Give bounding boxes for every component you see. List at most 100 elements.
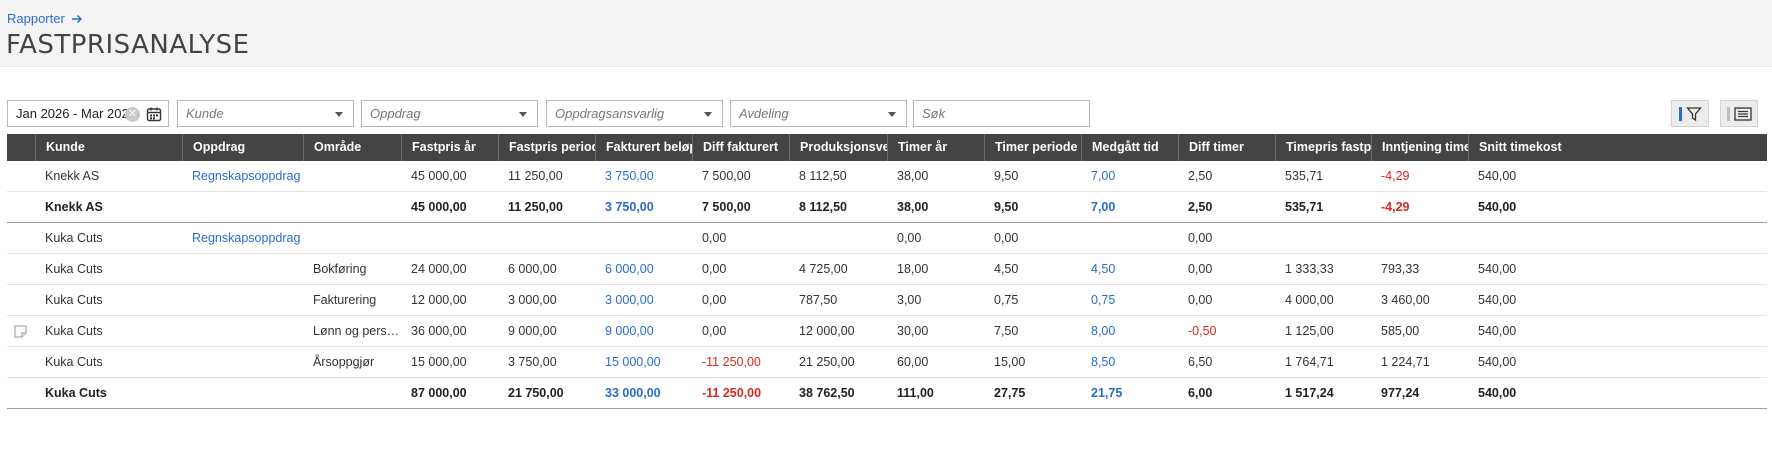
table-cell: 540,00 bbox=[1478, 324, 1517, 338]
table-cell: 11 250,00 bbox=[508, 169, 563, 183]
breadcrumb[interactable]: Rapporter bbox=[7, 11, 83, 26]
table-cell: 1 764,71 bbox=[1285, 355, 1334, 369]
ansvarlig-placeholder: Oppdragsansvarlig bbox=[555, 106, 665, 121]
period-input[interactable]: Jan 2026 - Mar 2026 ✕ bbox=[7, 100, 169, 127]
table-cell: 4 000,00 bbox=[1285, 293, 1334, 307]
column-header[interactable]: Timer periode bbox=[984, 134, 1081, 161]
table-cell: -11 250,00 bbox=[702, 386, 762, 400]
columns-icon bbox=[1733, 106, 1752, 121]
column-header[interactable]: Kunde bbox=[35, 134, 182, 161]
column-header[interactable]: Oppdrag bbox=[182, 134, 303, 161]
column-header[interactable]: Inntjening timer fastpris bbox=[1371, 134, 1468, 161]
table-cell[interactable]: 21,75 bbox=[1081, 378, 1178, 409]
table-row[interactable]: Kuka Cuts Lønn og pers… 36 000,00 9 000,00 9… bbox=[7, 316, 1767, 347]
table-cell: 1 517,24 bbox=[1285, 386, 1334, 400]
table-cell: 8 112,50 bbox=[799, 169, 847, 183]
table-cell[interactable]: 8,50 bbox=[1081, 347, 1178, 378]
column-header[interactable]: Timer år bbox=[887, 134, 984, 161]
table-cell: 36 000,00 bbox=[411, 324, 467, 338]
table-cell bbox=[182, 316, 303, 347]
search-input[interactable]: Søk bbox=[913, 100, 1090, 127]
column-header[interactable]: Medgått tid bbox=[1081, 134, 1178, 161]
table-cell: -11 250,00 bbox=[702, 355, 761, 369]
table-cell[interactable]: 3 750,00 bbox=[595, 161, 692, 192]
table-cell bbox=[303, 223, 401, 254]
avdeling-placeholder: Avdeling bbox=[739, 106, 789, 121]
table-cell[interactable]: 9 000,00 bbox=[595, 316, 692, 347]
column-header[interactable]: Fastpris periode bbox=[498, 134, 595, 161]
table-cell: 1 125,00 bbox=[1285, 324, 1334, 338]
column-header[interactable]: Snitt timekost bbox=[1468, 134, 1767, 161]
table-cell: 4 725,00 bbox=[799, 262, 848, 276]
table-total-row[interactable]: Knekk AS 45 000,00 11 250,00 3 750,00 7 500,… bbox=[7, 192, 1767, 223]
table-cell: 0,00 bbox=[702, 231, 727, 245]
table-total-row[interactable]: Kuka Cuts 87 000,00 21 750,00 33 000,00 -11 … bbox=[7, 378, 1767, 409]
period-value: Jan 2026 - Mar 2026 bbox=[16, 106, 136, 121]
table-cell: 30,00 bbox=[897, 324, 929, 338]
table-cell: 1 224,71 bbox=[1381, 355, 1430, 369]
arrow-right-icon bbox=[71, 14, 82, 23]
table-cell: 60,00 bbox=[897, 355, 929, 369]
table-row[interactable]: Kuka Cuts Fakturering 12 000,00 3 000,00 3 0… bbox=[7, 285, 1767, 316]
table-cell: 0,00 bbox=[702, 324, 727, 338]
table-cell: 793,33 bbox=[1381, 262, 1420, 276]
table-row[interactable]: Kuka Cuts Årsoppgjør 15 000,00 3 750,00 15 0… bbox=[7, 347, 1767, 378]
column-header[interactable]: Fastpris år bbox=[401, 134, 498, 161]
table-cell[interactable]: Regnskapsoppdrag bbox=[182, 223, 303, 254]
table-cell: 977,24 bbox=[1381, 386, 1420, 400]
table-cell: 0,00 bbox=[702, 293, 727, 307]
chevron-down-icon bbox=[704, 112, 712, 117]
column-header[interactable]: Diff timer bbox=[1178, 134, 1275, 161]
table-cell[interactable]: 7,00 bbox=[1081, 192, 1178, 223]
table-cell[interactable]: 33 000,00 bbox=[595, 378, 692, 409]
table-cell: 11 250,00 bbox=[508, 200, 563, 214]
table-cell: 21 750,00 bbox=[508, 386, 564, 400]
table-cell bbox=[401, 223, 498, 254]
column-header[interactable]: Diff fakturert bbox=[692, 134, 789, 161]
avdeling-select[interactable]: Avdeling bbox=[730, 100, 907, 127]
chevron-down-icon bbox=[335, 112, 343, 117]
table-cell: 3,00 bbox=[897, 293, 922, 307]
table-cell: 38 762,50 bbox=[799, 386, 855, 400]
filter-bar-indicator bbox=[1678, 106, 1682, 121]
table-cell: -4,29 bbox=[1381, 169, 1410, 183]
table-cell[interactable]: 8,00 bbox=[1081, 316, 1178, 347]
breadcrumb-link-rapporter[interactable]: Rapporter bbox=[7, 11, 65, 26]
table-cell: 15 000,00 bbox=[411, 355, 467, 369]
kunde-select[interactable]: Kunde bbox=[177, 100, 354, 127]
table-cell: 540,00 bbox=[1478, 386, 1517, 400]
column-header[interactable]: Timepris fastpris bbox=[1275, 134, 1371, 161]
table-row[interactable]: Kuka Cuts Bokføring 24 000,00 6 000,00 6 000… bbox=[7, 254, 1767, 285]
clear-icon[interactable]: ✕ bbox=[125, 107, 140, 122]
column-header[interactable]: Fakturert beløp bbox=[595, 134, 692, 161]
table-cell: 111,00 bbox=[897, 386, 934, 400]
column-header[interactable]: Område bbox=[303, 134, 401, 161]
columns-bar-indicator bbox=[1726, 106, 1730, 121]
table-cell: 2,50 bbox=[1188, 200, 1213, 214]
table-row[interactable]: Kuka Cuts Regnskapsoppdrag 0,00 0,00 0,00 0,0… bbox=[7, 223, 1767, 254]
table-cell[interactable]: 3 750,00 bbox=[595, 192, 692, 223]
table-cell[interactable]: 7,00 bbox=[1081, 161, 1178, 192]
table-cell[interactable]: 0,75 bbox=[1081, 285, 1178, 316]
columns-toggle-button[interactable] bbox=[1720, 100, 1758, 127]
table-row[interactable]: Knekk AS Regnskapsoppdrag 45 000,00 11 250,… bbox=[7, 161, 1767, 192]
table-cell[interactable]: 4,50 bbox=[1081, 254, 1178, 285]
table-cell[interactable]: 3 000,00 bbox=[595, 285, 692, 316]
column-header[interactable]: Produksjonsverdi bbox=[789, 134, 887, 161]
table-cell: 535,71 bbox=[1285, 169, 1324, 183]
calendar-icon[interactable] bbox=[146, 106, 162, 122]
oppdrag-select[interactable]: Oppdrag bbox=[361, 100, 538, 127]
table-cell: 38,00 bbox=[897, 200, 929, 214]
table-cell[interactable]: 15 000,00 bbox=[595, 347, 692, 378]
table-cell bbox=[182, 254, 303, 285]
ansvarlig-select[interactable]: Oppdragsansvarlig bbox=[546, 100, 723, 127]
table-cell: 9 000,00 bbox=[508, 324, 557, 338]
table-cell: 0,00 bbox=[994, 231, 1019, 245]
filter-toggle-button[interactable] bbox=[1671, 100, 1709, 127]
table-cell[interactable]: Regnskapsoppdrag bbox=[182, 161, 303, 192]
note-icon[interactable] bbox=[14, 325, 27, 338]
top-bar: Rapporter FASTPRISANALYSE bbox=[0, 0, 1772, 67]
table-cell[interactable]: 6 000,00 bbox=[595, 254, 692, 285]
table-cell: 540,00 bbox=[1478, 200, 1517, 214]
table-cell: 7 500,00 bbox=[702, 169, 751, 183]
